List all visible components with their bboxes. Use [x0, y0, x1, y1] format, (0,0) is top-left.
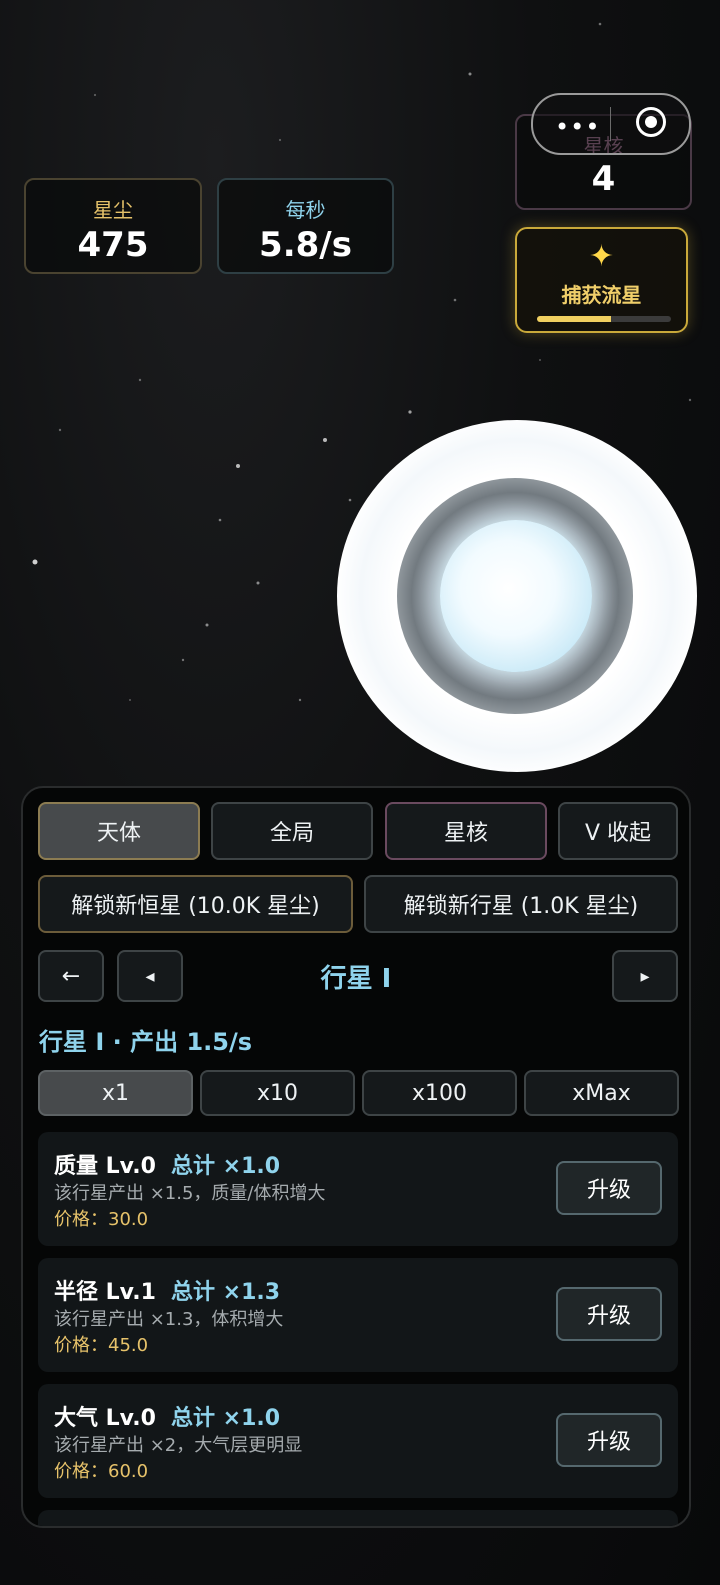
- upgrade-name: 大气 Lv.0: [54, 1406, 156, 1431]
- meteor-progress-fill: [537, 316, 611, 322]
- tab-star-core[interactable]: 星核: [385, 802, 547, 860]
- unlock-planet-button[interactable]: 解锁新行星 (1.0K 星尘): [364, 875, 678, 933]
- star-core-value: 4: [591, 159, 616, 199]
- per-second-label: 每秒: [285, 198, 326, 222]
- upgrade-card-atmosphere: 大气 Lv.0 总计 ×1.0 该行星产出 ×2，大气层更明显 价格：60.0 …: [38, 1384, 678, 1498]
- tab-celestial[interactable]: 天体: [38, 802, 200, 860]
- planet-output-subtitle: 行星 I · 产出 1.5/s: [39, 1028, 253, 1056]
- stardust-stat: 星尘 475: [24, 178, 202, 274]
- control-panel: 天体 全局 星核 V 收起 解锁新恒星 (10.0K 星尘) 解锁新行星 (1.…: [21, 786, 691, 1528]
- multiplier-x100[interactable]: x100: [362, 1070, 517, 1116]
- more-dots-icon[interactable]: •••: [555, 113, 600, 141]
- category-title: 行星 I: [320, 964, 392, 994]
- miniapp-capsule: •••: [531, 93, 691, 155]
- catch-meteor-label: 捕获流星: [561, 283, 642, 307]
- upgrade-card-mass: 质量 Lv.0 总计 ×1.0 该行星产出 ×1.5，质量/体积增大 价格：30…: [38, 1132, 678, 1246]
- catch-meteor-button[interactable]: ✦ 捕获流星: [515, 227, 688, 333]
- meteor-progress-bar: [537, 316, 671, 322]
- upgrade-card-partial: [38, 1510, 678, 1526]
- per-second-stat: 每秒 5.8/s: [217, 178, 394, 274]
- capsule-divider: [610, 107, 611, 141]
- upgrade-total: 总计 ×1.3: [171, 1280, 281, 1305]
- tab-global[interactable]: 全局: [211, 802, 373, 860]
- unlock-star-button[interactable]: 解锁新恒星 (10.0K 星尘): [38, 875, 353, 933]
- upgrade-price: 价格：45.0: [54, 1335, 149, 1356]
- upgrade-name: 半径 Lv.1: [54, 1280, 156, 1305]
- next-button[interactable]: ▸: [612, 950, 678, 1002]
- upgrade-description: 该行星产出 ×1.5，质量/体积增大: [54, 1183, 326, 1204]
- multiplier-x10[interactable]: x10: [200, 1070, 355, 1116]
- upgrade-description: 该行星产出 ×1.3，体积增大: [54, 1309, 284, 1330]
- stardust-value: 475: [77, 225, 149, 265]
- target-icon[interactable]: [636, 107, 666, 137]
- upgrade-button[interactable]: 升级: [556, 1413, 662, 1467]
- upgrade-total: 总计 ×1.0: [171, 1154, 281, 1179]
- collapse-button[interactable]: V 收起: [558, 802, 678, 860]
- upgrade-price: 价格：60.0: [54, 1461, 149, 1482]
- multiplier-xmax[interactable]: xMax: [524, 1070, 679, 1116]
- upgrade-total: 总计 ×1.0: [171, 1406, 281, 1431]
- sparkle-icon: ✦: [588, 239, 615, 274]
- upgrade-price: 价格：30.0: [54, 1209, 149, 1230]
- upgrade-card-radius: 半径 Lv.1 总计 ×1.3 该行星产出 ×1.3，体积增大 价格：45.0 …: [38, 1258, 678, 1372]
- multiplier-x1[interactable]: x1: [38, 1070, 193, 1116]
- per-second-value: 5.8/s: [259, 225, 352, 265]
- upgrade-name: 质量 Lv.0: [54, 1154, 156, 1179]
- stardust-label: 星尘: [93, 198, 133, 222]
- upgrade-button[interactable]: 升级: [556, 1287, 662, 1341]
- upgrade-button[interactable]: 升级: [556, 1161, 662, 1215]
- upgrade-description: 该行星产出 ×2，大气层更明显: [54, 1435, 303, 1456]
- star-core: [440, 520, 592, 672]
- star-celestial-body[interactable]: [337, 420, 697, 772]
